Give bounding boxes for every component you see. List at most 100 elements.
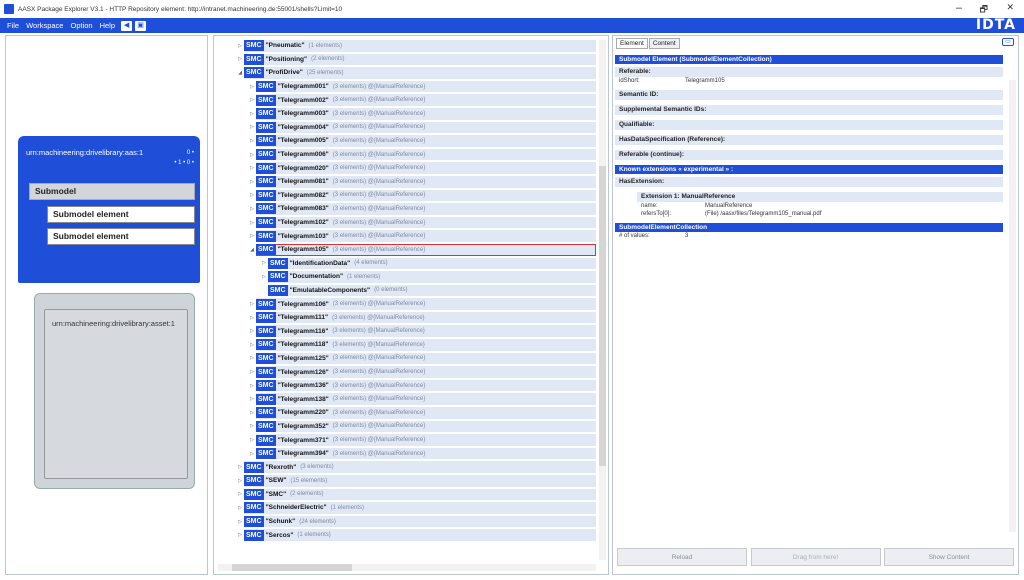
scroll-thumb[interactable] xyxy=(599,166,606,466)
tree-row[interactable]: ▷ SMC "Telegramm083" (3 elements) @{ManualR… xyxy=(218,202,596,216)
expand-toggle-icon[interactable]: ▷ xyxy=(236,56,244,62)
expand-toggle-icon[interactable]: ◢ xyxy=(236,70,244,76)
expand-toggle-icon[interactable]: ▷ xyxy=(248,138,256,144)
tree-row[interactable]: ▷ SMC "Telegramm126" (3 elements) @{ManualR… xyxy=(218,365,596,379)
expand-toggle-icon[interactable]: ▷ xyxy=(248,179,256,185)
expand-toggle-icon[interactable]: ▷ xyxy=(248,410,256,416)
menu-help[interactable]: Help xyxy=(100,21,115,30)
menu-file[interactable]: File xyxy=(7,21,19,30)
tree-row[interactable]: ▷ SMC "Telegramm102" (3 elements) @{ManualR… xyxy=(218,216,596,230)
reload-button[interactable]: Reload xyxy=(617,548,747,566)
expand-toggle-icon[interactable]: ▷ xyxy=(248,165,256,171)
expand-toggle-icon[interactable]: ▷ xyxy=(248,437,256,443)
menu-workspace[interactable]: Workspace xyxy=(26,21,63,30)
expand-toggle-icon[interactable]: ▷ xyxy=(236,43,244,49)
expand-toggle-icon[interactable]: ▷ xyxy=(236,464,244,470)
tree-row[interactable]: ▷ SMC "Pneumatic" (1 elements) xyxy=(218,39,596,53)
minimize-button[interactable]: – xyxy=(956,2,962,14)
expand-toggle-icon[interactable]: ▷ xyxy=(248,451,256,457)
tree-row[interactable]: ▷ SMC "Telegramm106" (3 elements) @{ManualR… xyxy=(218,297,596,311)
show-content-button[interactable]: Show Content xyxy=(884,548,1014,566)
tree-row[interactable]: ▷ SMC "IdentificationData" (4 elements) xyxy=(218,257,596,271)
tree-horizontal-scrollbar[interactable] xyxy=(218,564,596,571)
asset-card[interactable]: urn:machineering:drivelibrary:asset:1 xyxy=(34,293,195,489)
tree-vertical-scrollbar[interactable] xyxy=(599,40,606,560)
tree-row[interactable]: ▷ SMC "Telegramm111" (3 elements) @{ManualR… xyxy=(218,311,596,325)
tree-row[interactable]: ▷ SMC "Telegramm118" (3 elements) @{ManualR… xyxy=(218,338,596,352)
tree-row[interactable]: ▷ SMC "Telegramm004" (3 elements) @{ManualR… xyxy=(218,121,596,135)
drag-button[interactable]: Drag from here! xyxy=(750,548,881,566)
expand-toggle-icon[interactable]: ▷ xyxy=(236,491,244,497)
expand-toggle-icon[interactable]: ▷ xyxy=(248,192,256,198)
tree-row[interactable]: ▷ SMC "Positioning" (2 elements) xyxy=(218,53,596,67)
tree-row[interactable]: ◢ SMC "Telegramm105" (3 elements) @{ManualR… xyxy=(218,243,596,257)
expand-toggle-icon[interactable]: ▷ xyxy=(248,84,256,90)
back-icon[interactable]: ◀ xyxy=(121,20,133,31)
close-button[interactable]: ✕ xyxy=(1006,2,1014,13)
tree-row[interactable]: ▷ SMC "Telegramm006" (3 elements) @{ManualR… xyxy=(218,148,596,162)
tree-row[interactable]: ▷ SMC "SchneiderElectric" (1 elements) xyxy=(218,501,596,515)
expand-toggle-icon[interactable]: ▷ xyxy=(236,532,244,538)
expand-toggle-icon[interactable]: ▷ xyxy=(260,274,268,280)
properties-scrollbar[interactable] xyxy=(1009,80,1016,532)
tree-row[interactable]: ▷ SMC "Telegramm082" (3 elements) @{ManualR… xyxy=(218,189,596,203)
tree-row[interactable]: ▷ SMC "Telegramm003" (3 elements) @{ManualR… xyxy=(218,107,596,121)
tree-row[interactable]: ▷ SMC "Telegramm352" (3 elements) @{ManualR… xyxy=(218,420,596,434)
expand-toggle-icon[interactable]: ◢ xyxy=(248,247,256,253)
scroll-thumb[interactable] xyxy=(232,564,352,571)
submodel-box[interactable]: Submodel xyxy=(29,183,195,200)
tree-row[interactable]: ▷ SMC "Telegramm001" (3 elements) @{ManualR… xyxy=(218,80,596,94)
smc-badge: SMC xyxy=(256,203,276,215)
tree-row[interactable]: ▷ SMC "Telegramm136" (3 elements) @{ManualR… xyxy=(218,379,596,393)
expand-toggle-icon[interactable]: ▷ xyxy=(248,220,256,226)
expand-toggle-icon[interactable]: ▷ xyxy=(248,423,256,429)
tree-row[interactable]: SMC "EmulatableComponents" (0 elements) xyxy=(218,284,596,298)
restore-button[interactable]: 🗗 xyxy=(980,2,988,18)
expand-toggle-icon[interactable]: ▷ xyxy=(248,97,256,103)
tab-content[interactable]: Content xyxy=(648,38,680,49)
expand-toggle-icon[interactable]: ▷ xyxy=(248,111,256,117)
expand-toggle-icon[interactable]: ▷ xyxy=(248,355,256,361)
tree-row[interactable]: ▷ SMC "Sercos" (1 elements) xyxy=(218,528,596,542)
expand-toggle-icon[interactable]: ▷ xyxy=(248,301,256,307)
tree-row[interactable]: ▷ SMC "Telegramm020" (3 elements) @{ManualR… xyxy=(218,161,596,175)
expand-toggle-icon[interactable]: ▷ xyxy=(236,478,244,484)
tree-row[interactable]: ▷ SMC "SMC" (2 elements) xyxy=(218,488,596,502)
expand-toggle-icon[interactable]: ▷ xyxy=(236,505,244,511)
tree-row[interactable]: ▷ SMC "Telegramm081" (3 elements) @{ManualR… xyxy=(218,175,596,189)
tree-row[interactable]: ▷ SMC "Schunk" (24 elements) xyxy=(218,515,596,529)
tree-row[interactable]: ▷ SMC "Rexroth" (3 elements) xyxy=(218,460,596,474)
submodel-element-box-2[interactable]: Submodel element xyxy=(47,228,195,245)
tree-row[interactable]: ▷ SMC "Telegramm002" (3 elements) @{ManualR… xyxy=(218,93,596,107)
submodel-element-box-1[interactable]: Submodel element xyxy=(47,206,195,223)
expand-toggle-icon[interactable]: ▷ xyxy=(236,519,244,525)
tree-row[interactable]: ▷ SMC "Telegramm394" (3 elements) @{ManualR… xyxy=(218,447,596,461)
tree-row[interactable]: ▷ SMC "Telegramm371" (3 elements) @{ManualR… xyxy=(218,433,596,447)
tree-row-name: "Telegramm116" xyxy=(277,327,329,335)
expand-toggle-icon[interactable]: ▷ xyxy=(248,124,256,130)
tree-row[interactable]: ▷ SMC "Telegramm220" (3 elements) @{ManualR… xyxy=(218,406,596,420)
expand-toggle-icon[interactable]: ▷ xyxy=(248,206,256,212)
tree-row[interactable]: ◢ SMC "ProfiDrive" (25 elements) xyxy=(218,66,596,80)
expand-toggle-icon[interactable]: ▷ xyxy=(260,260,268,266)
expand-toggle-icon[interactable]: ▷ xyxy=(248,328,256,334)
expand-toggle-icon[interactable]: ▷ xyxy=(248,315,256,321)
expand-toggle-icon[interactable]: ▷ xyxy=(248,369,256,375)
expand-toggle-icon[interactable]: ▷ xyxy=(248,233,256,239)
tree-row[interactable]: ▷ SMC "Telegramm116" (3 elements) @{ManualR… xyxy=(218,324,596,338)
tree-row[interactable]: ▷ SMC "Telegramm138" (3 elements) @{ManualR… xyxy=(218,392,596,406)
expand-toggle-icon[interactable]: ▷ xyxy=(248,152,256,158)
tab-element[interactable]: Element xyxy=(616,38,648,49)
expand-toggle-icon[interactable]: ▷ xyxy=(248,383,256,389)
tree-row[interactable]: ▷ SMC "Documentation" (1 elements) xyxy=(218,270,596,284)
lock-icon[interactable]: ▣ xyxy=(135,20,147,31)
menu-option[interactable]: Option xyxy=(70,21,92,30)
tree-row[interactable]: ▷ SMC "Telegramm103" (3 elements) @{ManualR… xyxy=(218,229,596,243)
expand-toggle-icon[interactable]: ▷ xyxy=(248,396,256,402)
aas-card[interactable]: urn:machineering:drivelibrary:aas:1 0 • … xyxy=(18,136,200,283)
tree-row[interactable]: ▷ SMC "SEW" (15 elements) xyxy=(218,474,596,488)
expand-toggle-icon[interactable]: ▷ xyxy=(248,342,256,348)
window-icon[interactable]: ▭ xyxy=(1002,38,1014,46)
tree-row[interactable]: ▷ SMC "Telegramm125" (3 elements) @{ManualR… xyxy=(218,352,596,366)
tree-row[interactable]: ▷ SMC "Telegramm005" (3 elements) @{ManualR… xyxy=(218,134,596,148)
